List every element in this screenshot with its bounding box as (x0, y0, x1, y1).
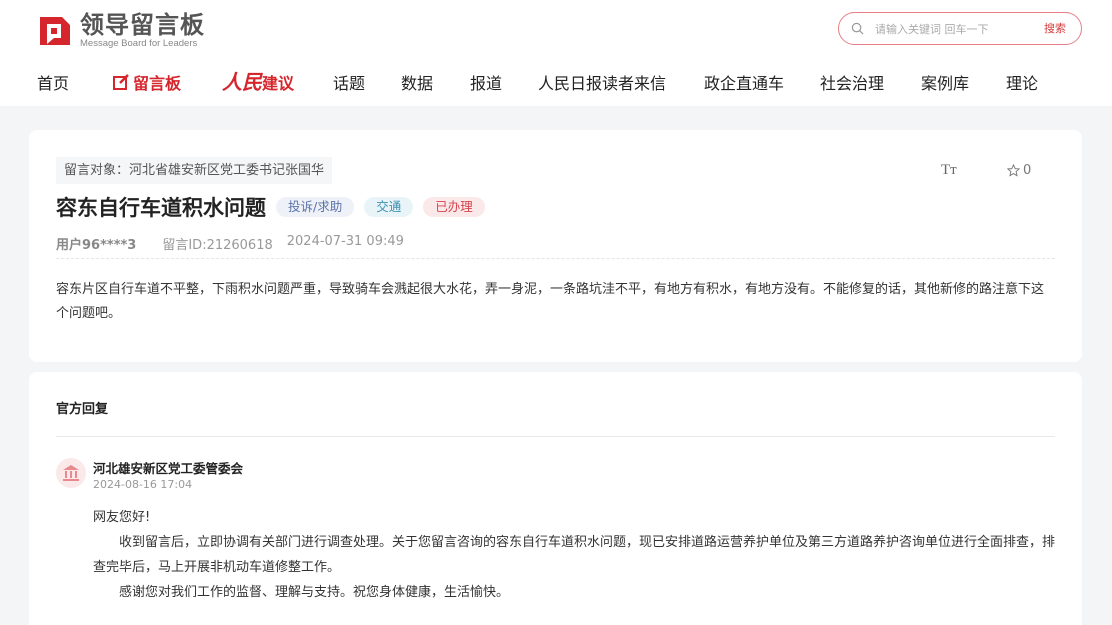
star-icon (1007, 164, 1020, 177)
edit-icon (113, 74, 129, 90)
tag-field[interactable]: 交通 (364, 197, 414, 217)
message-date: 2024-07-31 09:49 (286, 234, 404, 249)
reply-greeting: 网友您好! (93, 510, 151, 525)
main-nav: 首页 留言板 人民 建议 话题 数据 报道 人民日报读者来信 政企直通车 社会治… (0, 62, 1112, 102)
nav-message-board[interactable]: 留言板 (112, 70, 181, 94)
favorite-count: 0 (1023, 163, 1032, 178)
reply-body: 收到留言后，立即协调有关部门进行调查处理。关于您留言咨询的容东自行车道积水问题，… (93, 535, 1056, 575)
search-box: 搜索 (838, 12, 1082, 45)
reply-date: 2024-08-16 17:04 (93, 478, 193, 491)
message-id: 留言ID:21260618 (162, 238, 273, 253)
nav-message-board-label: 留言板 (133, 74, 182, 93)
message-card: 留言对象：河北省雄安新区党工委书记张国华 Tт 0 容东自行车道积水问题 投诉/… (29, 130, 1082, 362)
nav-brand-small: 建议 (262, 74, 295, 93)
reply-closing: 感谢您对我们工作的监督、理解与支持。祝您身体健康，生活愉快。 (119, 585, 510, 600)
reply-card: 官方回复 河北雄安新区党工委管委会 2024-08-16 17:04 网友您好!… (29, 372, 1082, 625)
divider (56, 436, 1055, 437)
favorite-button[interactable]: 0 (1007, 163, 1031, 178)
search-button[interactable]: 搜索 (1044, 20, 1066, 36)
avatar (56, 458, 86, 488)
search-icon (851, 22, 864, 35)
nav-topics[interactable]: 话题 (333, 70, 365, 94)
nav-gov-enterprise[interactable]: 政企直通车 (704, 70, 784, 94)
message-content: 容东片区自行车道不平整，下雨积水问题严重，导致骑车会溅起很大水花，弄一身泥，一条… (56, 282, 1045, 321)
nav-social-governance[interactable]: 社会治理 (820, 70, 884, 94)
reply-section-title: 官方回复 (56, 402, 109, 417)
message-title: 容东自行车道积水问题 (56, 196, 266, 220)
nav-reports[interactable]: 报道 (470, 70, 502, 94)
message-target: 留言对象：河北省雄安新区党工委书记张国华 (56, 157, 333, 184)
nav-case-library[interactable]: 案例库 (921, 70, 969, 94)
reply-content: 网友您好! 收到留言后，立即协调有关部门进行调查处理。关于您留言咨询的容东自行车… (93, 505, 1058, 605)
nav-data[interactable]: 数据 (401, 70, 433, 94)
author-name: 用户96****3 (56, 238, 137, 253)
tag-category[interactable]: 投诉/求助 (276, 197, 355, 217)
font-size-icon[interactable]: Tт (941, 162, 957, 179)
nav-home[interactable]: 首页 (37, 70, 69, 94)
nav-brand-big: 人民 (222, 70, 262, 94)
site-logo[interactable]: 领导留言板 Message Board for Leaders (36, 10, 205, 50)
site-header: 领导留言板 Message Board for Leaders 搜索 首页 留言… (0, 0, 1112, 106)
message-meta: 用户96****3 留言ID:21260618 2024-07-31 09:49 (56, 234, 404, 253)
logo-mark-icon (36, 11, 74, 49)
divider (56, 258, 1055, 259)
status-badge: 已办理 (423, 197, 485, 217)
logo-title: 领导留言板 (80, 10, 205, 39)
nav-theory[interactable]: 理论 (1006, 70, 1038, 94)
logo-subtitle: Message Board for Leaders (80, 37, 198, 49)
government-building-icon (63, 465, 79, 481)
reply-org-name: 河北雄安新区党工委管委会 (93, 461, 244, 476)
search-input[interactable] (875, 19, 1025, 39)
nav-readers-letters[interactable]: 人民日报读者来信 (538, 70, 666, 94)
nav-people-suggestions[interactable]: 人民 建议 (222, 66, 294, 95)
